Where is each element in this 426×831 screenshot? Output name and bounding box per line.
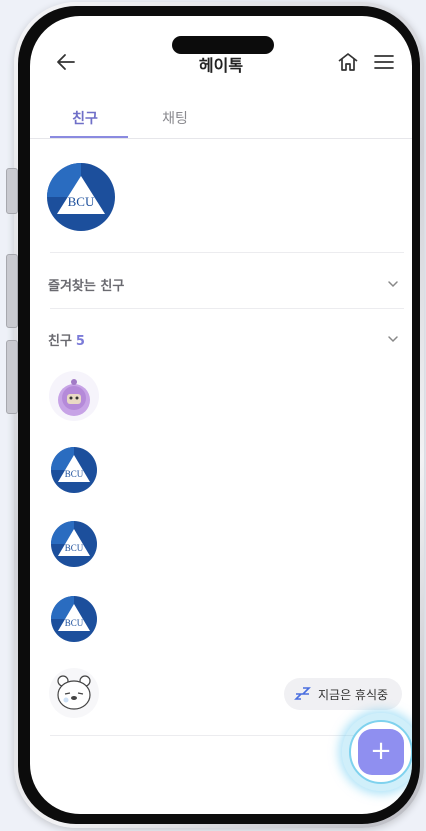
my-profile-avatar[interactable]: BCU	[46, 162, 116, 232]
active-tab-indicator	[50, 136, 128, 138]
add-button[interactable]: +	[358, 729, 404, 775]
status-text: 지금은 휴식중	[318, 688, 389, 702]
divider	[50, 252, 404, 253]
app-screen: 헤이톡 친구 채팅 BCU 즐겨찾는 친구 친구 5 BCU BCU BCU 지…	[30, 16, 412, 814]
friend-avatar-bcu[interactable]: BCU	[48, 593, 100, 645]
profile-avatar-text: BCU	[68, 194, 95, 209]
friends-section-label: 친구 5	[48, 330, 85, 349]
side-button-volume-up	[6, 254, 18, 328]
friend-avatar-text: BCU	[65, 618, 84, 628]
favorites-label: 즐겨찾는 친구	[48, 279, 125, 294]
chevron-down-icon[interactable]	[386, 332, 400, 346]
home-icon[interactable]	[336, 50, 360, 74]
hamburger-menu-icon[interactable]	[372, 50, 396, 74]
tab-chat[interactable]: 채팅	[130, 108, 220, 128]
friend-avatar-bcu[interactable]: BCU	[48, 518, 100, 570]
tab-friends[interactable]: 친구	[40, 108, 130, 128]
friends-label-text: 친구	[48, 334, 72, 349]
divider	[50, 308, 404, 309]
status-badge: 지금은 휴식중	[284, 678, 402, 710]
friend-avatar-text: BCU	[65, 543, 84, 553]
chevron-down-icon[interactable]	[386, 277, 400, 291]
side-button-volume-down	[6, 340, 18, 414]
friend-avatar-bear-sketch[interactable]	[48, 667, 100, 719]
tab-bar: 친구 채팅	[30, 96, 412, 139]
friends-section-header[interactable]: 친구 5	[30, 321, 412, 357]
friend-avatar-bcu[interactable]: BCU	[48, 444, 100, 496]
friend-avatar-purple-character[interactable]	[48, 370, 100, 422]
favorites-section-header[interactable]: 즐겨찾는 친구	[30, 266, 412, 302]
side-button-mute	[6, 168, 18, 214]
friends-count: 5	[75, 334, 85, 349]
friend-avatar-text: BCU	[65, 469, 84, 479]
dynamic-island	[172, 36, 274, 54]
sleep-zz-icon	[294, 687, 311, 700]
